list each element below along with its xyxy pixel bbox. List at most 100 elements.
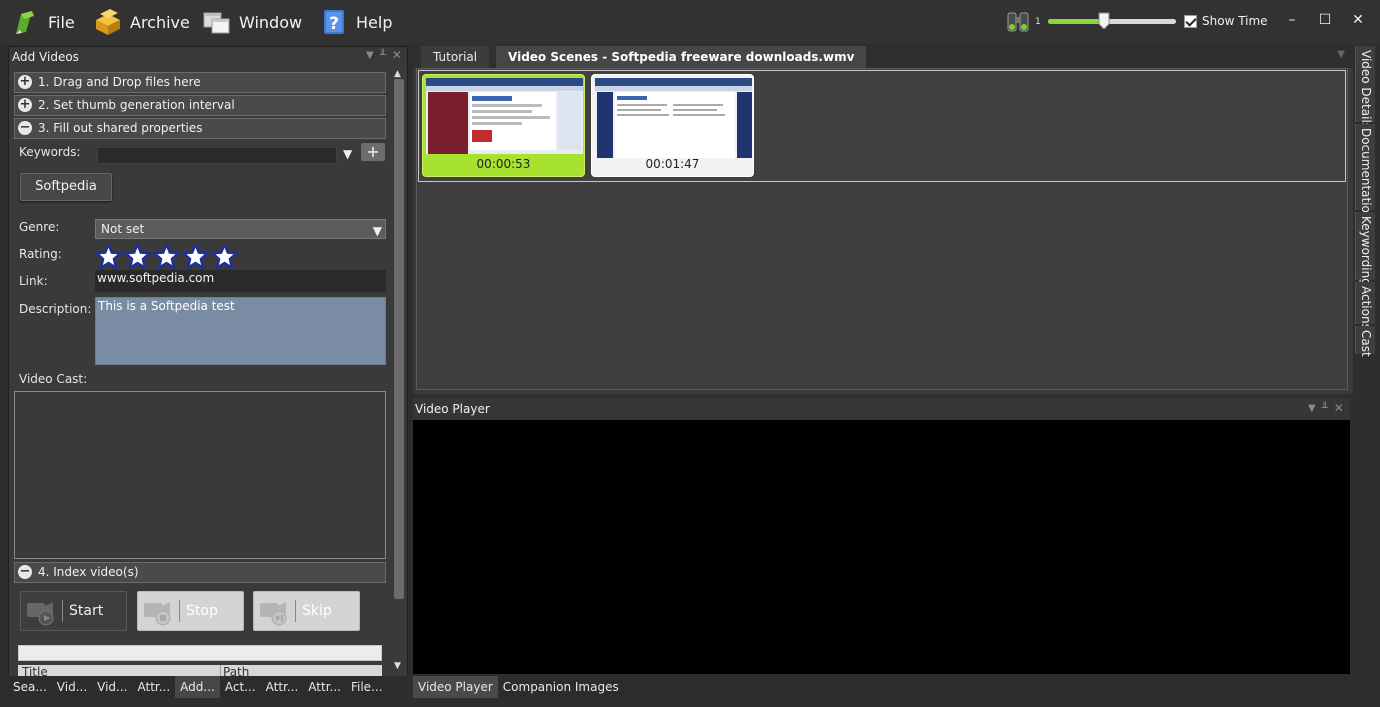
skip-label: Skip [302, 603, 332, 619]
keywords-label: Keywords: [19, 145, 81, 159]
star-icon[interactable] [153, 243, 180, 270]
section-index-videos[interactable]: − 4. Index video(s) [14, 562, 386, 583]
section-shared-properties[interactable]: − 3. Fill out shared properties [14, 118, 386, 139]
tab-actions[interactable]: Actions [1355, 282, 1375, 330]
zoom-slider-fill [1048, 19, 1104, 24]
add-videos-scrollbar[interactable]: ▲ ▼ [392, 67, 406, 677]
video-cast-list[interactable] [14, 391, 386, 559]
menu-help[interactable]: ? Help [320, 6, 392, 38]
keywords-input[interactable] [97, 147, 337, 164]
description-input[interactable]: This is a Softpedia test [95, 297, 386, 365]
player-tabs: Video Player Companion Images [413, 676, 624, 698]
tab-tutorial[interactable]: Tutorial [421, 46, 490, 68]
left-tab[interactable]: Vid... [52, 676, 92, 698]
tab-cast[interactable]: Cast [1355, 326, 1375, 357]
scrollbar-thumb[interactable] [394, 79, 404, 599]
start-label: Start [69, 603, 104, 619]
scene-thumbnail[interactable]: 00:01:47 [591, 74, 754, 177]
keyword-tag[interactable]: Softpedia [20, 173, 112, 201]
tab-video-details[interactable]: Video Details [1355, 46, 1375, 129]
video-screen[interactable] [413, 420, 1350, 674]
pane-close-icon[interactable]: ✕ [392, 48, 402, 62]
pane-menu-icon[interactable]: ▼ [1308, 403, 1316, 415]
document-tabs: Tutorial Video Scenes - Softpedia freewa… [413, 44, 1353, 68]
section-label: 1. Drag and Drop files here [38, 75, 201, 89]
maximize-button[interactable]: ☐ [1315, 10, 1335, 30]
left-tab[interactable]: Attr... [132, 676, 175, 698]
camera-stop-icon [144, 602, 171, 626]
help-icon: ? [324, 10, 344, 34]
left-pane-tabs: Sea... Vid... Vid... Attr... Add... Act.… [8, 676, 408, 698]
menu-archive-label: Archive [130, 12, 190, 32]
index-progress-bar [18, 645, 382, 661]
section-label: 2. Set thumb generation interval [38, 98, 235, 112]
star-icon[interactable] [211, 243, 238, 270]
tab-video-player[interactable]: Video Player [413, 676, 498, 698]
menu-window[interactable]: Window [203, 6, 302, 38]
tab-label: Video Details [1359, 50, 1373, 130]
left-tab[interactable]: Attr... [303, 676, 346, 698]
tab-companion-images[interactable]: Companion Images [498, 676, 624, 698]
left-tab[interactable]: Sea... [8, 676, 52, 698]
tab-documentation[interactable]: Documentation [1355, 124, 1375, 221]
link-input[interactable]: www.softpedia.com [95, 270, 386, 292]
stop-button[interactable]: Stop [137, 591, 244, 631]
genre-label: Genre: [19, 220, 60, 234]
tab-label: Cast [1359, 330, 1373, 357]
link-label: Link: [19, 274, 48, 288]
rating-label: Rating: [19, 247, 62, 261]
show-time-label: Show Time [1202, 14, 1268, 28]
button-separator [179, 600, 180, 622]
pane-pin-icon[interactable]: ╨ [380, 50, 386, 62]
tab-keywording[interactable]: Keywording [1355, 212, 1375, 286]
menu-file-label: File [48, 12, 75, 32]
left-tab[interactable]: File... [346, 676, 388, 698]
chevron-down-icon: ▼ [372, 224, 382, 238]
left-tab-active[interactable]: Add... [175, 676, 220, 698]
expand-icon: + [18, 97, 32, 112]
keywords-dropdown-icon[interactable]: ▼ [343, 147, 357, 163]
zoom-slider-thumb[interactable] [1098, 12, 1110, 30]
show-time-check-mark [1184, 14, 1197, 28]
minimize-button[interactable]: – [1282, 10, 1302, 30]
window-icon [203, 12, 230, 34]
skip-button[interactable]: Skip [253, 591, 360, 631]
video-player-pane: Video Player ▼ ╨ ✕ Video Player Companio… [413, 398, 1350, 698]
button-separator [62, 600, 63, 622]
tab-video-scenes[interactable]: Video Scenes - Softpedia freeware downlo… [496, 46, 867, 68]
genre-select[interactable]: Not set ▼ [95, 219, 386, 239]
start-button[interactable]: Start [20, 591, 127, 631]
left-tab[interactable]: Attr... [261, 676, 304, 698]
add-keyword-button[interactable]: + [361, 143, 385, 161]
pane-pin-icon[interactable]: ╨ [1322, 403, 1328, 415]
video-scenes-pane: Tutorial Video Scenes - Softpedia freewa… [413, 44, 1353, 394]
tab-list-icon[interactable]: ▼ [1337, 49, 1345, 60]
section-thumb-interval[interactable]: + 2. Set thumb generation interval [14, 95, 386, 116]
add-videos-pane: Add Videos ▼ ╨ ✕ ▲ ▼ + 1. Drag and Drop … [8, 46, 408, 698]
star-icon[interactable] [95, 243, 122, 270]
right-side-tabs: Video Details Documentation Keywording A… [1355, 46, 1375, 357]
pane-close-icon[interactable]: ✕ [1334, 401, 1344, 415]
star-icon[interactable] [124, 243, 151, 270]
menu-bar: File Archive Window ? Help 1 Show Time –… [0, 0, 1380, 44]
scroll-up-icon[interactable]: ▲ [394, 69, 401, 79]
left-tab[interactable]: Vid... [92, 676, 132, 698]
tab-label: Documentation [1359, 128, 1373, 221]
rating-stars[interactable] [95, 243, 238, 270]
menu-archive[interactable]: Archive [94, 6, 190, 38]
zoom-slider[interactable] [1048, 19, 1176, 24]
expand-icon: + [18, 74, 32, 89]
scene-time: 00:00:53 [476, 157, 531, 171]
tab-label: Actions [1359, 286, 1373, 330]
star-icon[interactable] [182, 243, 209, 270]
section-drag-drop[interactable]: + 1. Drag and Drop files here [14, 72, 386, 93]
close-button[interactable]: ✕ [1348, 10, 1368, 30]
thumbnail-strip: 00:00:53 00:01:47 [418, 70, 1346, 182]
pane-menu-icon[interactable]: ▼ [366, 50, 374, 62]
menu-file[interactable]: File [12, 6, 75, 38]
left-tab[interactable]: Act... [220, 676, 261, 698]
scene-thumbnail[interactable]: 00:00:53 [422, 74, 585, 177]
show-time-checkbox[interactable]: Show Time [1184, 14, 1268, 28]
scroll-down-icon[interactable]: ▼ [394, 661, 401, 671]
player-pane-controls: ▼ ╨ ✕ [1308, 401, 1344, 415]
